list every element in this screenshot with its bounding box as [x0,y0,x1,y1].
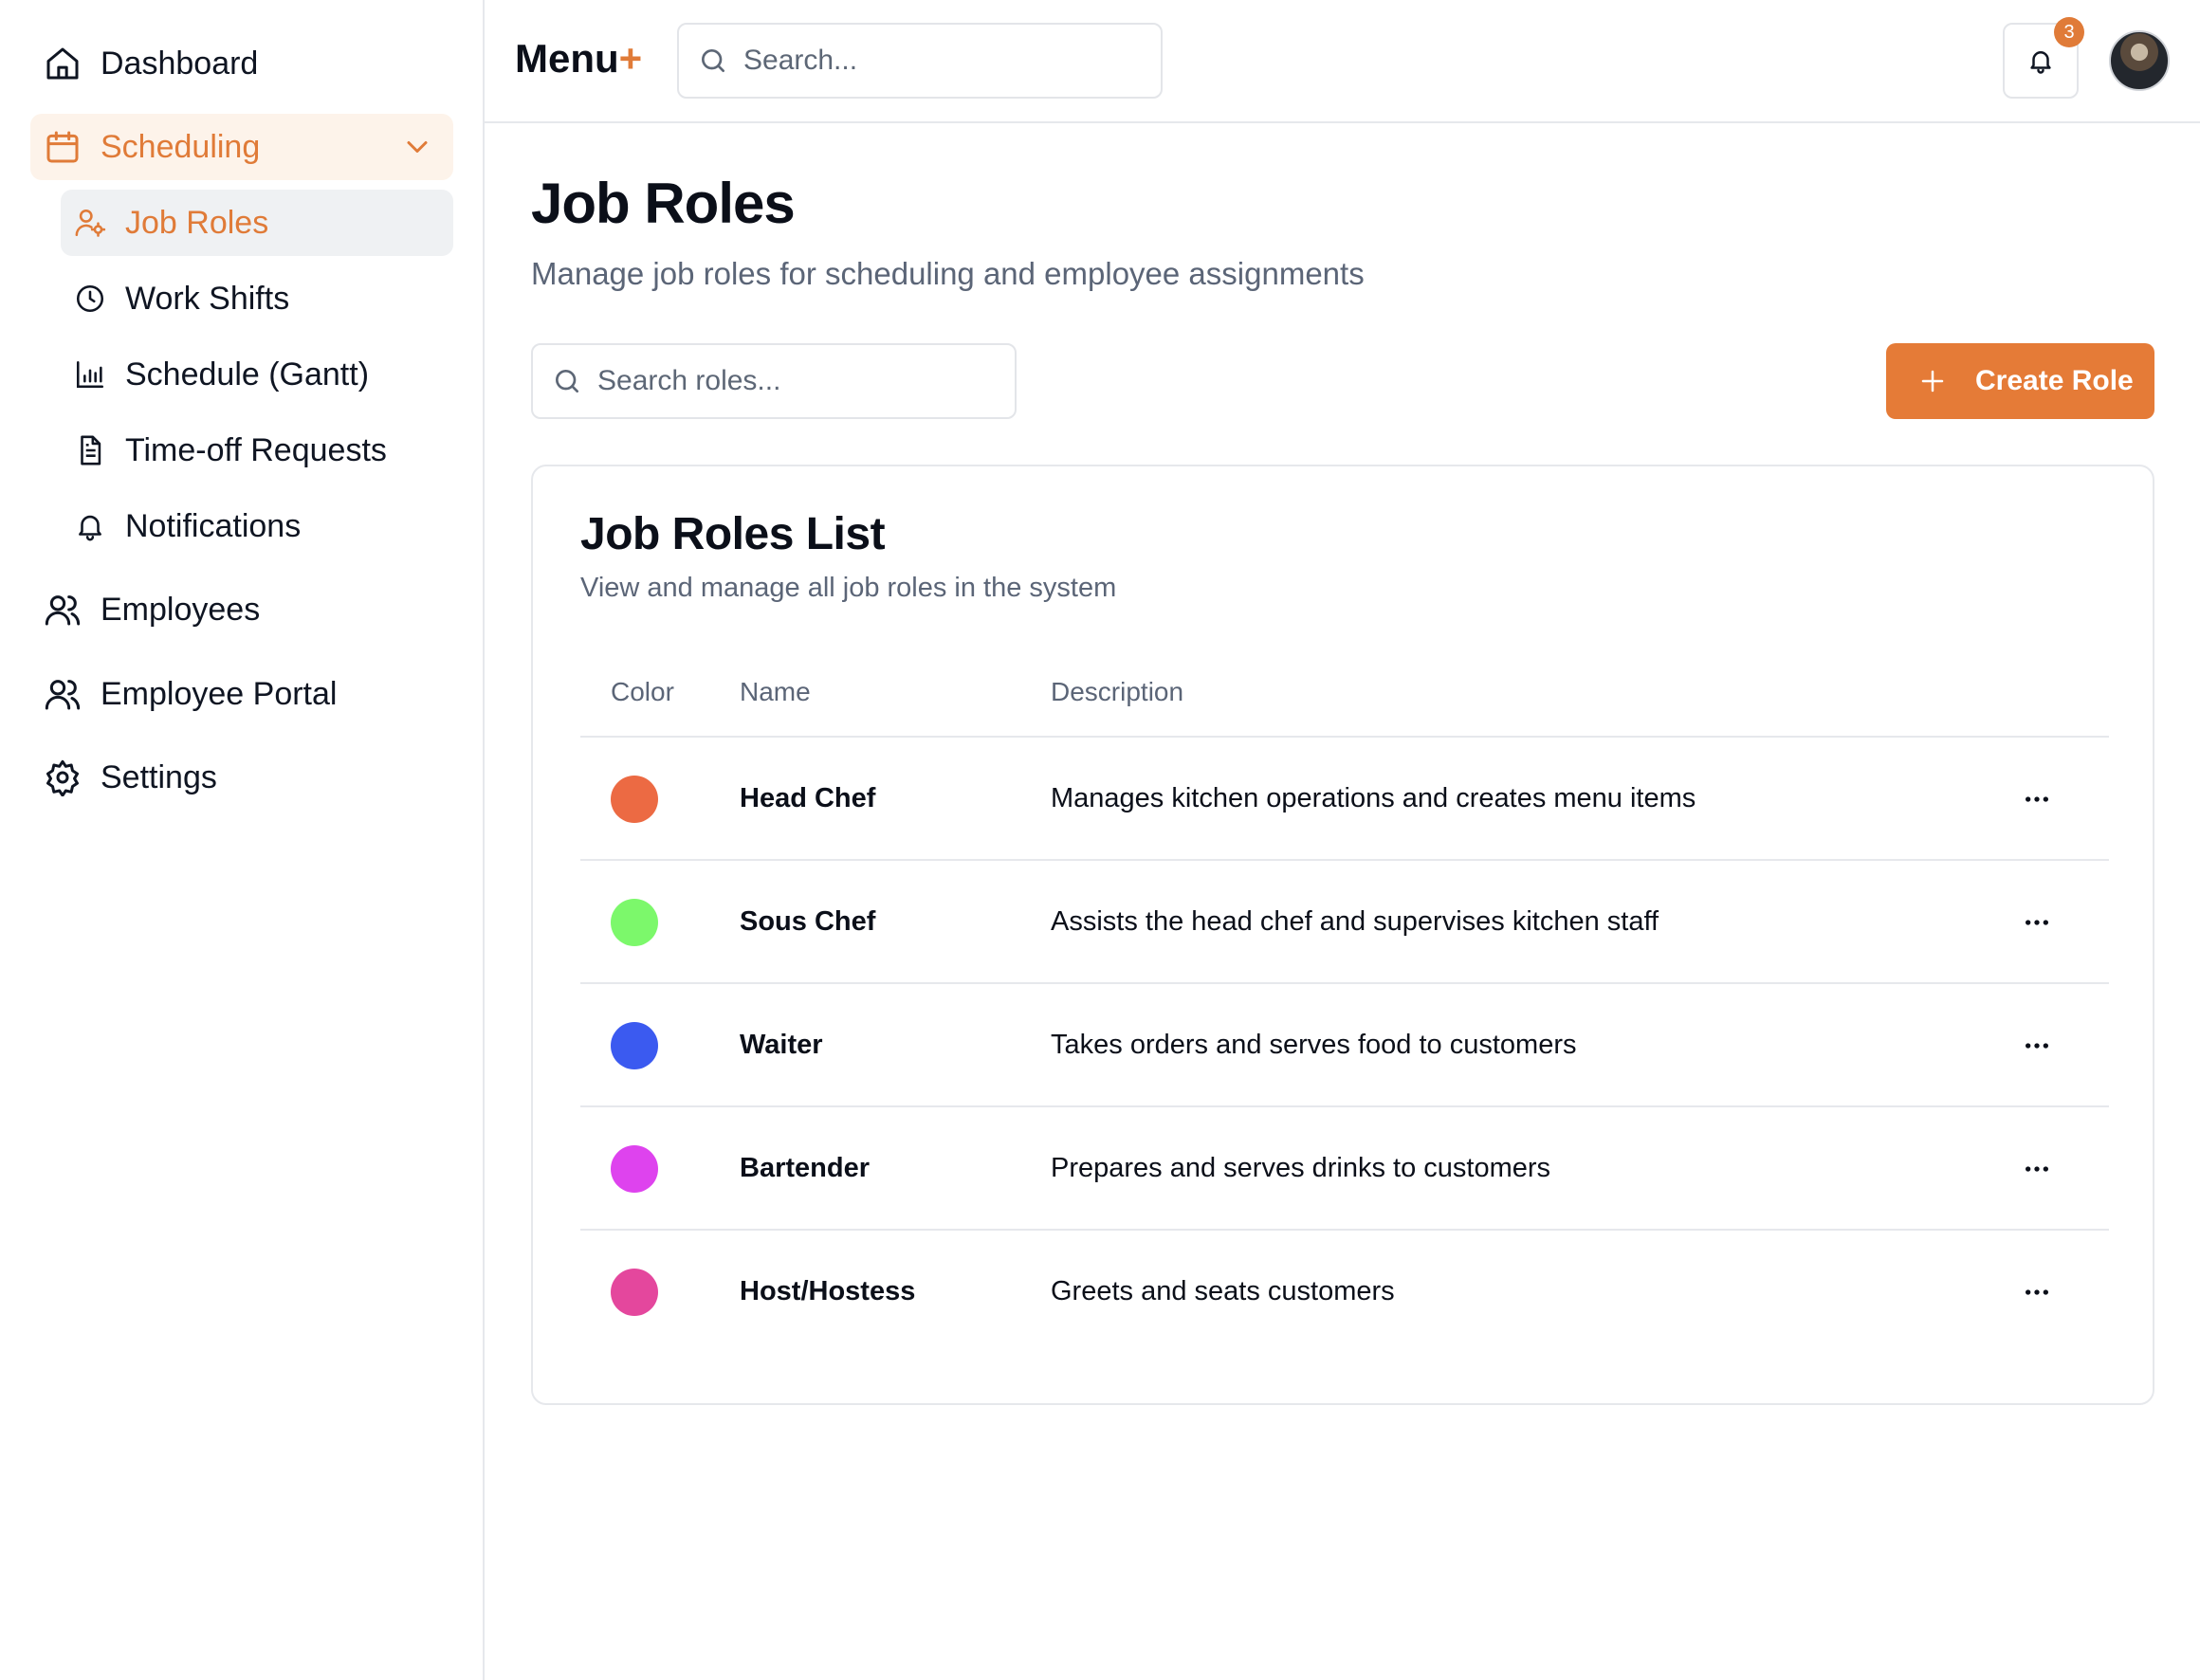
sidebar-item-job-roles[interactable]: Job Roles [61,190,453,256]
search-icon [702,49,724,72]
table-header: Color Name Description [580,643,2109,738]
sidebar-item-label: Time-off Requests [125,431,387,468]
brand-text: Menu [515,36,619,81]
sidebar-item-label: Employee Portal [101,675,338,712]
search-roles-input[interactable]: Search roles... [531,343,1017,419]
table-body: Head Chef Manages kitchen operations and … [580,738,2109,1354]
more-horizontal-icon [2026,920,2048,925]
column-header-color[interactable]: Color [611,677,674,707]
card-title: Job Roles List [580,509,886,559]
more-actions-button[interactable] [2018,1150,2056,1188]
more-actions-button[interactable] [2018,1027,2056,1065]
more-horizontal-icon [2026,1289,2048,1295]
role-description: Takes orders and serves food to customer… [1051,1030,1577,1060]
sidebar-item-work-shifts[interactable]: Work Shifts [61,265,453,332]
app-root: Dashboard Scheduling Job Roles Work Shif… [0,0,2200,1680]
role-name: Bartender [740,1153,870,1183]
notifications-button[interactable]: 3 [2003,17,2084,99]
page-subtitle: Manage job roles for scheduling and empl… [531,256,1365,291]
role-name: Waiter [740,1030,823,1060]
bar-chart-icon [74,358,106,391]
table-row[interactable]: Waiter Takes orders and serves food to cu… [580,984,2109,1107]
table-row[interactable]: Bartender Prepares and serves drinks to c… [580,1107,2109,1231]
bell-icon [74,510,106,542]
job-roles-table: Color Name Description Head Chef Manages … [580,643,2109,1354]
more-actions-button[interactable] [2018,780,2056,818]
sidebar-item-label: Work Shifts [125,280,290,317]
avatar[interactable] [2109,30,2170,91]
table-row[interactable]: Sous Chef Assists the head chef and super… [580,861,2109,984]
role-description: Assists the head chef and supervises kit… [1051,906,1659,937]
notification-count-badge: 3 [2054,17,2084,47]
sidebar-item-label: Schedule (Gantt) [125,356,370,393]
more-actions-button[interactable] [2018,904,2056,941]
role-description: Greets and seats customers [1051,1276,1395,1306]
role-color-swatch [611,899,658,946]
sidebar-item-label: Employees [101,591,261,628]
sidebar-item-label: Notifications [125,507,302,544]
create-role-button[interactable]: Create Role [1886,343,2154,419]
home-icon [44,45,82,82]
card-subtitle: View and manage all job roles in the sys… [580,573,1117,603]
more-horizontal-icon [2026,796,2048,802]
more-actions-button[interactable] [2018,1273,2056,1311]
role-name: Host/Hostess [740,1276,916,1306]
clock-icon [74,283,106,315]
sidebar-item-employee-portal[interactable]: Employee Portal [30,661,453,727]
role-color-swatch [611,776,658,823]
sidebar-item-dashboard[interactable]: Dashboard [30,30,453,97]
sidebar-item-scheduling[interactable]: Scheduling [30,114,453,180]
role-color-swatch [611,1145,658,1193]
calendar-icon [44,128,82,166]
plus-icon [1921,370,1944,393]
role-color-swatch [611,1269,658,1316]
brand-plus: + [618,36,643,81]
page-title: Job Roles [531,172,796,235]
users-icon [44,591,82,629]
role-name: Sous Chef [740,906,876,937]
column-header-description[interactable]: Description [1051,677,1183,707]
sidebar-item-label: Scheduling [101,128,261,165]
sidebar-item-schedule-gantt[interactable]: Schedule (Gantt) [61,341,453,408]
document-icon [74,434,106,466]
job-roles-card: Job Roles List View and manage all job r… [531,465,2154,1405]
sidebar-item-label: Settings [101,758,217,795]
search-icon [556,370,578,393]
create-role-label: Create Role [1975,365,2134,396]
more-horizontal-icon [2026,1043,2048,1049]
role-description: Prepares and serves drinks to customers [1051,1153,1551,1183]
users-icon [44,675,82,713]
search-placeholder: Search... [743,45,858,76]
user-cog-icon [74,207,106,239]
column-header-name[interactable]: Name [740,677,811,707]
sidebar-item-settings[interactable]: Settings [30,744,453,811]
table-row[interactable]: Head Chef Manages kitchen operations and … [580,738,2109,861]
sidebar-item-notifications[interactable]: Notifications [61,493,453,559]
top-header: Menu+ Search... 3 [485,0,2200,123]
sidebar-item-employees[interactable]: Employees [30,576,453,643]
sidebar-item-label: Dashboard [101,45,259,82]
brand-logo[interactable]: Menu+ [515,36,642,82]
table-row[interactable]: Host/Hostess Greets and seats customers [580,1231,2109,1354]
gear-icon [44,758,82,796]
bell-icon [2030,51,2051,74]
role-name: Head Chef [740,783,876,813]
search-placeholder: Search roles... [597,365,781,396]
sidebar-item-label: Job Roles [125,204,269,241]
chevron-down-icon [407,141,428,153]
more-horizontal-icon [2026,1166,2048,1172]
role-color-swatch [611,1022,658,1069]
sidebar-item-time-off[interactable]: Time-off Requests [61,417,453,484]
role-description: Manages kitchen operations and creates m… [1051,783,1696,813]
global-search-input[interactable]: Search... [677,23,1163,99]
sidebar: Dashboard Scheduling Job Roles Work Shif… [0,0,485,1680]
